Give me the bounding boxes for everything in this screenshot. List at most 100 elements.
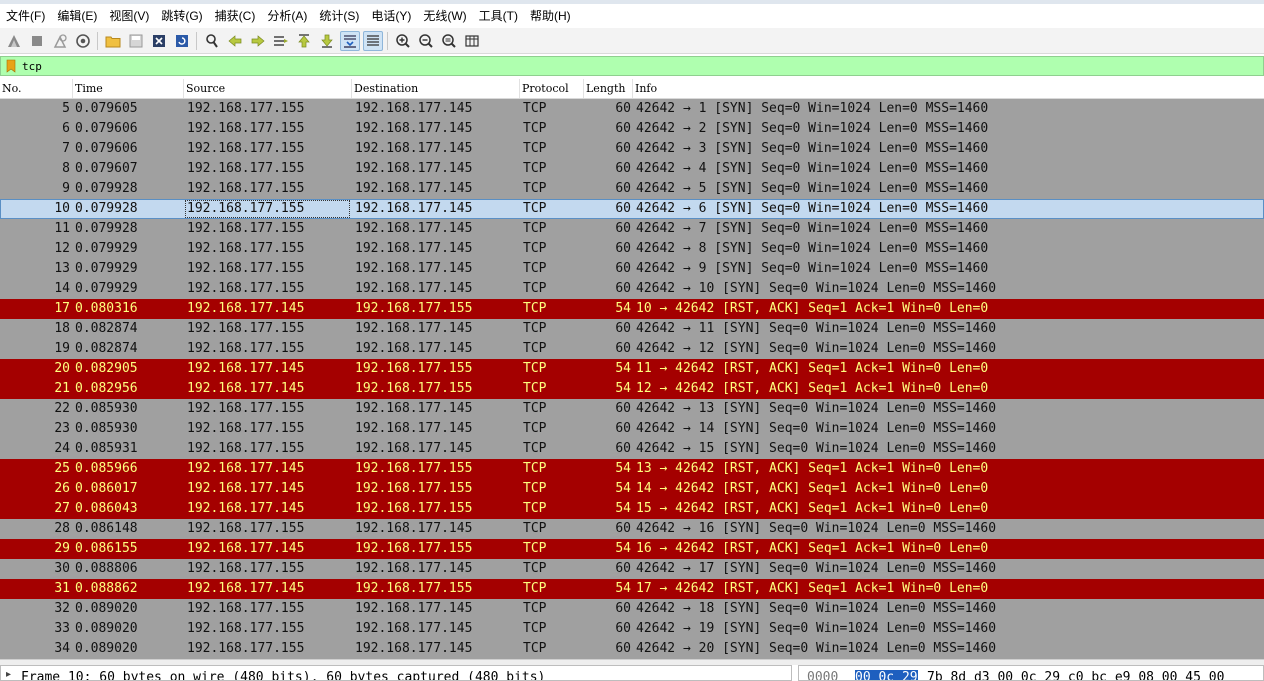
frame-summary[interactable]: Frame 10: 60 bytes on wire (480 bits), 6…	[21, 670, 545, 680]
packet-protocol: TCP	[523, 381, 547, 396]
packet-row[interactable]: 24 0.085931 192.168.177.155 192.168.177.145…	[0, 439, 1264, 459]
close-file-icon[interactable]	[149, 31, 169, 51]
packet-row[interactable]: 28 0.086148 192.168.177.155 192.168.177.145…	[0, 519, 1264, 539]
packet-source: 192.168.177.145	[187, 501, 305, 516]
packet-protocol: TCP	[523, 461, 547, 476]
column-header-protocol[interactable]: Protocol	[520, 79, 584, 98]
restart-capture-icon[interactable]	[50, 31, 70, 51]
packet-length: 60	[615, 281, 631, 296]
stop-capture-icon[interactable]	[27, 31, 47, 51]
display-filter-input[interactable]	[22, 59, 1222, 73]
colorize-icon[interactable]	[362, 30, 383, 51]
expand-arrow-icon[interactable]: ▸	[6, 669, 11, 680]
packet-destination: 192.168.177.145	[355, 261, 473, 276]
packet-destination: 192.168.177.145	[355, 421, 473, 436]
packet-destination: 192.168.177.145	[355, 401, 473, 416]
column-header-source[interactable]: Source	[184, 79, 352, 98]
packet-row[interactable]: 33 0.089020 192.168.177.155 192.168.177.145…	[0, 619, 1264, 639]
go-forward-icon[interactable]	[248, 31, 268, 51]
column-header-length[interactable]: Length	[584, 79, 633, 98]
packet-row[interactable]: 17 0.080316 192.168.177.145 192.168.177.155…	[0, 299, 1264, 319]
menu-go[interactable]: 跳转(G)	[155, 4, 208, 28]
zoom-in-icon[interactable]	[393, 31, 413, 51]
packet-row[interactable]: 10 0.079928 192.168.177.155 192.168.177.145…	[0, 199, 1264, 219]
packet-time: 0.079929	[75, 281, 138, 296]
menu-edit[interactable]: 编辑(E)	[51, 4, 103, 28]
packet-bytes-pane[interactable]: 0000 00 0c 29 7b 8d d3 00 0c 29 c0 bc e9…	[798, 665, 1264, 681]
packet-protocol: TCP	[523, 561, 547, 576]
packet-row[interactable]: 27 0.086043 192.168.177.145 192.168.177.155…	[0, 499, 1264, 519]
zoom-out-icon[interactable]	[416, 31, 436, 51]
packet-row[interactable]: 23 0.085930 192.168.177.155 192.168.177.145…	[0, 419, 1264, 439]
bytes-hex[interactable]: 7b 8d d3 00 0c 29 c0 bc e9 08 00 45 00	[927, 670, 1224, 680]
menu-statistics[interactable]: 统计(S)	[313, 4, 365, 28]
packet-row[interactable]: 9 0.079928 192.168.177.155 192.168.177.145 T…	[0, 179, 1264, 199]
zoom-normal-icon[interactable]	[439, 31, 459, 51]
packet-source: 192.168.177.145	[187, 541, 305, 556]
start-capture-icon[interactable]	[4, 31, 24, 51]
packet-row[interactable]: 32 0.089020 192.168.177.155 192.168.177.145…	[0, 599, 1264, 619]
packet-protocol: TCP	[523, 161, 547, 176]
resize-columns-icon[interactable]	[462, 31, 482, 51]
packet-time: 0.086155	[75, 541, 138, 556]
packet-row[interactable]: 31 0.088862 192.168.177.145 192.168.177.155…	[0, 579, 1264, 599]
autoscroll-icon[interactable]	[339, 30, 360, 51]
packet-row[interactable]: 25 0.085966 192.168.177.145 192.168.177.155…	[0, 459, 1264, 479]
packet-row[interactable]: 21 0.082956 192.168.177.145 192.168.177.155…	[0, 379, 1264, 399]
packet-row[interactable]: 34 0.089020 192.168.177.155 192.168.177.145…	[0, 639, 1264, 659]
packet-list[interactable]: 5 0.079605 192.168.177.155 192.168.177.145 T…	[0, 99, 1264, 659]
packet-length: 60	[615, 341, 631, 356]
packet-details-pane[interactable]: ▸ Frame 10: 60 bytes on wire (480 bits),…	[0, 665, 792, 681]
packet-info: 42642 → 16 [SYN] Seq=0 Win=1024 Len=0 MS…	[636, 521, 997, 536]
menu-analyze[interactable]: 分析(A)	[261, 4, 313, 28]
packet-row[interactable]: 14 0.079929 192.168.177.155 192.168.177.145…	[0, 279, 1264, 299]
packet-row[interactable]: 29 0.086155 192.168.177.145 192.168.177.155…	[0, 539, 1264, 559]
column-header-no[interactable]: No.	[0, 79, 73, 98]
packet-no: 23	[54, 421, 70, 436]
packet-time: 0.079606	[75, 121, 138, 136]
packet-row[interactable]: 11 0.079928 192.168.177.155 192.168.177.145…	[0, 219, 1264, 239]
packet-info: 42642 → 13 [SYN] Seq=0 Win=1024 Len=0 MS…	[636, 401, 997, 416]
filter-bookmark-icon[interactable]	[4, 58, 18, 74]
menu-telephony[interactable]: 电话(Y)	[365, 4, 417, 28]
menu-help[interactable]: 帮助(H)	[524, 4, 577, 28]
go-last-icon[interactable]	[317, 31, 337, 51]
packet-info: 17 → 42642 [RST, ACK] Seq=1 Ack=1 Win=0 …	[636, 581, 989, 596]
bytes-highlighted[interactable]: 00 0c 29	[855, 670, 918, 680]
packet-destination: 192.168.177.145	[355, 561, 473, 576]
menu-wireless[interactable]: 无线(W)	[417, 4, 472, 28]
go-back-icon[interactable]	[225, 31, 245, 51]
packet-row[interactable]: 30 0.088806 192.168.177.155 192.168.177.145…	[0, 559, 1264, 579]
packet-length: 60	[615, 561, 631, 576]
packet-no: 25	[54, 461, 70, 476]
column-header-info[interactable]: Info	[633, 79, 1264, 98]
column-header-destination[interactable]: Destination	[352, 79, 520, 98]
packet-length: 60	[615, 241, 631, 256]
packet-info: 12 → 42642 [RST, ACK] Seq=1 Ack=1 Win=0 …	[636, 381, 989, 396]
packet-row[interactable]: 26 0.086017 192.168.177.145 192.168.177.155…	[0, 479, 1264, 499]
menu-view[interactable]: 视图(V)	[103, 4, 155, 28]
packet-row[interactable]: 7 0.079606 192.168.177.155 192.168.177.145 T…	[0, 139, 1264, 159]
menu-capture[interactable]: 捕获(C)	[209, 4, 262, 28]
packet-row[interactable]: 12 0.079929 192.168.177.155 192.168.177.145…	[0, 239, 1264, 259]
find-packet-icon[interactable]	[202, 31, 222, 51]
open-file-icon[interactable]	[103, 31, 123, 51]
packet-row[interactable]: 6 0.079606 192.168.177.155 192.168.177.145 T…	[0, 119, 1264, 139]
menu-file[interactable]: 文件(F)	[0, 4, 51, 28]
save-file-icon[interactable]	[126, 31, 146, 51]
packet-row[interactable]: 19 0.082874 192.168.177.155 192.168.177.145…	[0, 339, 1264, 359]
packet-row[interactable]: 20 0.082905 192.168.177.145 192.168.177.155…	[0, 359, 1264, 379]
packet-row[interactable]: 22 0.085930 192.168.177.155 192.168.177.145…	[0, 399, 1264, 419]
packet-no: 10	[54, 201, 70, 216]
packet-row[interactable]: 8 0.079607 192.168.177.155 192.168.177.145 T…	[0, 159, 1264, 179]
capture-options-icon[interactable]	[73, 31, 93, 51]
reload-file-icon[interactable]	[172, 31, 192, 51]
packet-length: 54	[615, 581, 631, 596]
packet-row[interactable]: 18 0.082874 192.168.177.155 192.168.177.145…	[0, 319, 1264, 339]
menu-tools[interactable]: 工具(T)	[473, 4, 524, 28]
go-first-icon[interactable]	[294, 31, 314, 51]
column-header-time[interactable]: Time	[73, 79, 184, 98]
go-to-packet-icon[interactable]	[271, 31, 291, 51]
packet-row[interactable]: 13 0.079929 192.168.177.155 192.168.177.145…	[0, 259, 1264, 279]
packet-row[interactable]: 5 0.079605 192.168.177.155 192.168.177.145 T…	[0, 99, 1264, 119]
